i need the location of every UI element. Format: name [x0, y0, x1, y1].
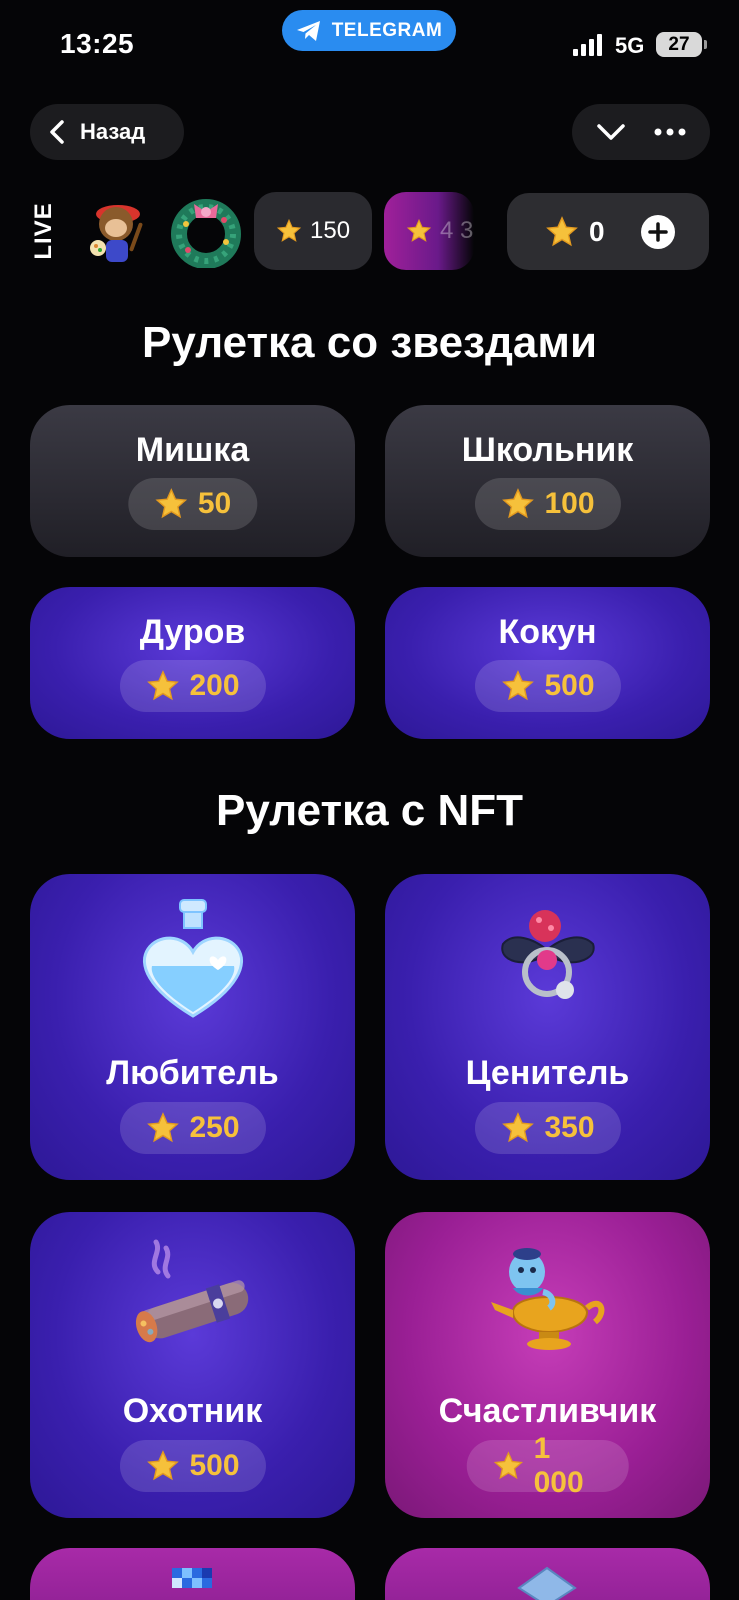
painter-monkey-icon: [90, 205, 143, 262]
card-title: Школьник: [461, 431, 634, 469]
card-price: 500: [474, 660, 621, 712]
telegram-pill[interactable]: TELEGRAM: [282, 10, 456, 51]
chevron-left-icon: [50, 120, 64, 144]
nav-actions: [572, 104, 710, 160]
nft-card-partial-left[interactable]: [30, 1548, 355, 1600]
nft-card-tsenitel[interactable]: Ценитель 350: [385, 874, 710, 1180]
more-icon[interactable]: [653, 127, 687, 137]
card-price: 250: [119, 1102, 266, 1154]
genie-lamp-icon: [490, 1248, 604, 1350]
card-price: 100: [474, 478, 621, 530]
bow-ring-icon: [500, 910, 595, 999]
live-pill-stars[interactable]: 150: [254, 192, 372, 270]
roulette-card-durov[interactable]: Дуров 200: [30, 587, 355, 739]
telegram-label: TELEGRAM: [331, 19, 443, 41]
balance-value: 0: [589, 215, 605, 247]
wreath-icon: [171, 199, 241, 269]
roulette-card-shkolnik[interactable]: Школьник 100: [385, 405, 710, 557]
card-price: 50: [127, 478, 258, 530]
star-icon: [501, 1112, 534, 1143]
live-pill-value: 150: [310, 217, 351, 244]
card-title: Счастливчик: [438, 1392, 657, 1430]
stars-roulette-title: Рулетка со звездами: [141, 318, 598, 367]
card-price: 350: [474, 1102, 621, 1154]
nft-card-schastlivchik[interactable]: Счастливчик 1 000: [385, 1212, 710, 1518]
card-title: Охотник: [122, 1392, 263, 1430]
star-icon: [493, 1451, 523, 1480]
back-button[interactable]: Назад: [30, 104, 184, 160]
card-title: Кокун: [498, 613, 597, 651]
star-icon: [406, 218, 432, 242]
battery-indicator: 27: [656, 32, 707, 57]
card-price: 500: [119, 1440, 266, 1492]
roulette-card-kokun[interactable]: Кокун 500: [385, 587, 710, 739]
status-bar: 13:25 TELEGRAM 5G 27: [0, 0, 739, 90]
live-gift-wreath[interactable]: [168, 192, 244, 269]
signal-icon: [573, 34, 602, 56]
telegram-icon: [296, 20, 320, 41]
star-icon: [501, 488, 534, 519]
star-icon: [146, 1112, 179, 1143]
star-icon: [501, 670, 534, 701]
add-stars-button[interactable]: [641, 215, 675, 249]
card-title: Ценитель: [465, 1054, 630, 1092]
live-gift-painter-monkey[interactable]: [78, 192, 154, 268]
nft-roulette-title: Рулетка с NFT: [216, 786, 523, 835]
nft-card-okhotnik[interactable]: Охотник 500: [30, 1212, 355, 1518]
pixel-gift-icon: [172, 1568, 212, 1588]
card-title: Дуров: [139, 613, 246, 651]
plus-icon: [648, 222, 668, 242]
love-potion-icon: [142, 899, 243, 1018]
star-balance[interactable]: 0: [507, 193, 709, 270]
live-pill-stars-partial[interactable]: 4 3: [384, 192, 474, 270]
battery-level: 27: [668, 33, 690, 55]
nft-card-partial-right[interactable]: [385, 1548, 710, 1600]
chevron-down-icon[interactable]: [595, 122, 627, 142]
network-type: 5G: [615, 33, 645, 58]
star-icon: [276, 218, 302, 242]
star-icon: [154, 488, 187, 519]
gem-icon: [517, 1566, 577, 1600]
star-icon: [146, 1450, 179, 1481]
back-label: Назад: [80, 119, 146, 144]
cigar-icon: [135, 1239, 248, 1343]
status-time: 13:25: [60, 28, 135, 59]
live-label: LIVE: [30, 202, 57, 260]
roulette-card-mishka[interactable]: Мишка 50: [30, 405, 355, 557]
card-title: Любитель: [106, 1054, 279, 1092]
live-pill-value: 4 3: [440, 217, 474, 244]
card-price: 1 000: [466, 1432, 629, 1499]
star-icon: [146, 670, 179, 701]
star-icon: [546, 215, 578, 246]
card-title: Мишка: [135, 431, 250, 469]
card-price: 200: [119, 660, 266, 712]
nft-card-lyubitel[interactable]: Любитель 250: [30, 874, 355, 1180]
